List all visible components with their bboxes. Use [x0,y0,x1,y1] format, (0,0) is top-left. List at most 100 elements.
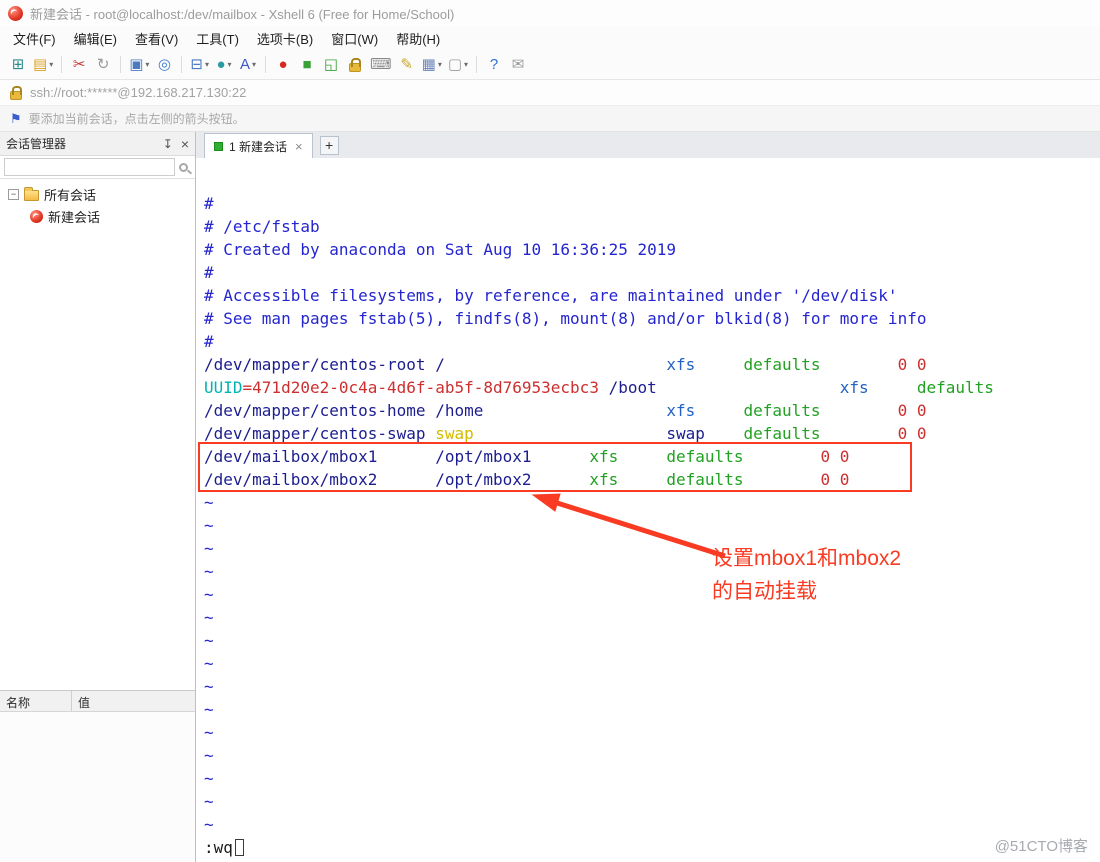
help-icon[interactable]: ? [482,53,506,77]
tree-expander-icon[interactable]: − [8,188,19,200]
xshell-ball-icon[interactable]: ● [271,53,295,77]
sidebar-close-icon[interactable]: × [181,137,189,151]
menu-item[interactable]: 编辑(E) [65,27,126,50]
tree-item-label: 新建会话 [48,209,101,225]
chevron-down-icon[interactable]: ▾ [228,60,232,69]
session-icon [30,209,43,223]
properties-name-header: 名称 [0,691,72,711]
tree-item-session[interactable]: 新建会话 [0,205,195,227]
watermark: @51CTO博客 [994,838,1088,855]
title-bar: 新建会话 - root@localhost:/dev/mailbox - Xsh… [0,0,1100,26]
toolbar-separator [476,56,478,73]
chevron-down-icon[interactable]: ▾ [252,60,256,69]
highlighter-icon: ✎ [400,56,413,73]
chevron-down-icon[interactable]: ▾ [205,60,209,69]
terminal-tilde-line: ~ [204,700,214,719]
terminal-command-line: :wq [204,836,1100,859]
annotation-text: 设置mbox1和mbox2 的自动挂载 [712,542,901,608]
keyboard-icon: ⌨ [370,56,392,73]
terminal-line: UUID=471d20e2-0c4a-4d6f-ab5f-8d76953ecbc… [204,378,994,397]
globe-icon[interactable]: ● ▾ [212,53,236,77]
font-color-icon: A [239,56,250,73]
highlight-box [198,442,912,492]
tab-session[interactable]: 1 新建会话 × [204,133,313,158]
xshell-logo-icon [8,5,23,21]
menu-item[interactable]: 帮助(H) [387,27,449,50]
package-icon[interactable]: ▦ ▾ [419,53,445,77]
properties-header: 名称 值 [0,690,195,712]
chevron-down-icon[interactable]: ▾ [438,60,442,69]
chevron-down-icon[interactable]: ▾ [49,60,53,69]
disconnect-icon[interactable]: ✂ [67,53,91,77]
tab-close-icon[interactable]: × [295,140,303,153]
terminal-line: # See man pages fstab(5), findfs(8), mou… [204,309,927,328]
terminal-line: # [204,332,214,351]
session-search-input[interactable] [4,158,175,176]
open-session-icon[interactable]: ▤ ▾ [30,53,56,77]
tab-status-indicator [214,141,223,151]
new-terminal-icon[interactable]: ▣ ▾ [126,53,152,77]
tile-layout-icon[interactable]: ⊟ ▾ [187,53,212,77]
flag-icon: ⚑ [10,110,22,126]
session-manager-title: 会话管理器 [6,137,67,151]
blank-icon: ▢ [447,56,463,73]
toolbar-separator [120,56,122,73]
terminal-tilde-line: ~ [204,815,214,834]
fullscreen-icon: ◱ [323,56,339,73]
keyboard-icon[interactable]: ⌨ [367,53,395,77]
folder-icon [24,186,39,201]
hint-bar: ⚑ 要添加当前会话，点击左侧的箭头按钮。 [0,106,1100,132]
terminal-line: /dev/mapper/centos-home /home xfs defaul… [204,401,927,420]
annotation-line: 设置mbox1和mbox2 [712,547,902,570]
terminal-tilde-line: ~ [204,677,214,696]
terminal-tilde-line: ~ [204,585,214,604]
terminal-line: # Accessible filesystems, by reference, … [204,286,898,305]
chevron-down-icon[interactable]: ▾ [145,60,149,69]
terminal[interactable]: # # /etc/fstab # Created by anaconda on Sa… [196,158,1100,862]
xshell-ball-icon: ● [278,56,288,73]
new-tab-button[interactable]: + [319,136,339,155]
terminal-tilde-line: ~ [204,516,214,535]
terminal-tilde-line: ~ [204,792,214,811]
message-icon[interactable]: ✉ [506,53,530,77]
address-bar: ssh://root:******@192.168.217.130:22 [0,80,1100,106]
search-icon[interactable] [179,162,188,172]
chevron-down-icon[interactable]: ▾ [464,60,468,69]
properties-value-header: 值 [78,696,91,710]
lock-icon [349,58,361,72]
reconnect-icon[interactable]: ↻ [91,53,115,77]
terminal-tilde-line: ~ [204,631,214,650]
tile-layout-icon: ⊟ [190,56,203,73]
terminal-tilde-line: ~ [204,654,214,673]
new-session-icon: ⊞ [11,56,25,73]
terminal-line: /dev/mapper/centos-root / xfs defaults 0… [204,355,927,374]
pin-icon[interactable]: ↧ [163,137,173,151]
fullscreen-icon[interactable]: ◱ [319,53,343,77]
session-tree: − 所有会话 新建会话 [0,179,195,690]
reconnect-icon: ↻ [96,56,110,73]
annotation-line: 的自动挂载 [712,580,817,603]
toolbar-lock-icon[interactable] [343,53,367,77]
terminal-tilde-line: ~ [204,562,214,581]
find-icon[interactable]: ◎ [152,53,176,77]
new-terminal-icon: ▣ [129,56,144,73]
terminal-text: # # /etc/fstab # Created by anaconda on Sa… [196,158,1100,859]
new-session-icon[interactable]: ⊞ [6,53,30,77]
session-search [0,156,195,179]
terminal-tilde-line: ~ [204,608,214,627]
highlighter-icon[interactable]: ✎ [395,53,419,77]
menu-item[interactable]: 工具(T) [187,27,248,50]
menu-item[interactable]: 窗口(W) [322,27,387,50]
session-url: ssh://root:******@192.168.217.130:22 [30,85,247,100]
menu-item[interactable]: 查看(V) [126,27,187,50]
blank-icon[interactable]: ▢ ▾ [445,53,471,77]
tree-item-all-sessions[interactable]: − 所有会话 [0,183,195,205]
tab-bar: 1 新建会话 × + [196,132,1100,158]
xftp-icon[interactable]: ■ [295,53,319,77]
menu-item[interactable]: 文件(F) [4,27,65,50]
font-color-icon[interactable]: A ▾ [236,53,260,77]
open-session-icon: ▤ [33,56,48,73]
xshell-window: 新建会话 - root@localhost:/dev/mailbox - Xsh… [0,0,1100,862]
menu-item[interactable]: 选项卡(B) [248,27,322,50]
terminal-cursor [234,839,244,856]
